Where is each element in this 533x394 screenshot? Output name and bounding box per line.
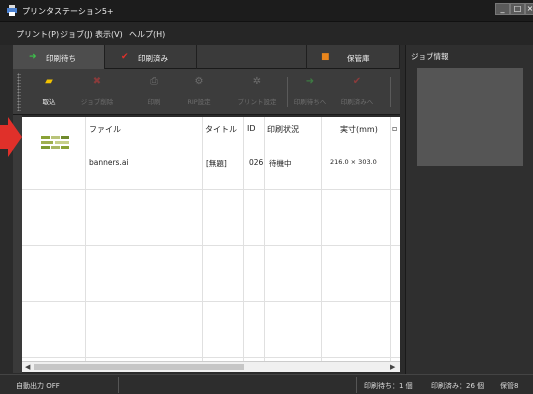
column-divider xyxy=(390,117,391,361)
orange-box-icon: ■ xyxy=(321,52,330,62)
toolbar-grip[interactable] xyxy=(17,73,21,111)
cell-status: 待機中 xyxy=(269,159,292,168)
folder-icon: ▰ xyxy=(45,76,53,87)
scrollbar-thumb[interactable] xyxy=(34,364,244,370)
printer-icon: ⎙ xyxy=(150,76,158,87)
green-arrow-icon: ➜ xyxy=(305,76,315,87)
cell-title: [無題] xyxy=(206,159,227,168)
cell-file: banners.ai xyxy=(89,158,129,167)
tab-printed-label: 印刷済み xyxy=(138,54,168,63)
delete-job-button[interactable]: ✖ ジョブ削除 xyxy=(75,75,119,111)
status-divider xyxy=(118,377,119,393)
waiting-count: 印刷待ち：1 個 xyxy=(364,382,413,390)
menu-print[interactable]: プリント(P) xyxy=(16,29,59,40)
header-overflow: ▫ xyxy=(392,124,398,133)
column-divider xyxy=(321,117,322,361)
tab-printed[interactable]: ✔ 印刷済み xyxy=(105,45,197,69)
file-thumbnail xyxy=(40,134,70,154)
move-to-printed-button[interactable]: ✔ 印刷済みへ xyxy=(335,75,379,111)
import-button[interactable]: ▰ 取込 xyxy=(27,75,71,111)
status-bar: 自動出力 OFF 印刷待ち：1 個 印刷済み：26 個 保管8 xyxy=(0,374,533,394)
maximize-button[interactable]: □ xyxy=(510,3,525,15)
row-divider xyxy=(22,357,400,358)
printed-count: 印刷済み：26 個 xyxy=(431,382,485,390)
red-check-icon: ✔ xyxy=(121,52,129,62)
print-button[interactable]: ⎙ 印刷 xyxy=(132,75,176,111)
print-settings-label: プリント設定 xyxy=(237,98,277,106)
rip-settings-label: RIP設定 xyxy=(187,98,211,106)
cell-size: 216.0 × 303.0 xyxy=(330,158,377,166)
tab-waiting-label: 印刷待ち xyxy=(46,54,76,63)
tab-storage[interactable]: ■ 保管庫 xyxy=(306,45,400,69)
red-x-icon: ✖ xyxy=(92,76,102,87)
rip-settings-button[interactable]: ⚙ RIP設定 xyxy=(177,75,221,111)
move-to-printed-label: 印刷済みへ xyxy=(340,98,374,106)
column-divider xyxy=(85,117,86,361)
header-size[interactable]: 実寸(mm) xyxy=(340,124,378,135)
horizontal-scrollbar[interactable]: ◀ ▶ xyxy=(22,361,400,372)
job-preview xyxy=(417,68,523,166)
gear-icon: ✲ xyxy=(252,76,262,87)
auto-output-status: 自動出力 OFF xyxy=(16,382,60,390)
tab-storage-label: 保管庫 xyxy=(347,54,370,63)
move-to-waiting-button[interactable]: ➜ 印刷待ちへ xyxy=(288,75,332,111)
minimize-button[interactable]: _ xyxy=(495,3,510,15)
storage-count: 保管8 xyxy=(500,382,519,390)
job-info-title: ジョブ情報 xyxy=(411,52,449,61)
cell-id: 026 xyxy=(249,158,264,167)
tab-bar: ➜ 印刷待ち ✔ 印刷済み ■ 保管庫 xyxy=(13,45,400,69)
menu-job[interactable]: ジョブ(J) xyxy=(60,29,93,40)
close-button[interactable]: × xyxy=(525,3,533,15)
title-bar: プリンタステーション5+ _ □ × xyxy=(0,0,533,22)
column-divider xyxy=(264,117,265,361)
delete-job-label: ジョブ削除 xyxy=(80,98,114,106)
printer-app-icon xyxy=(7,5,17,16)
row-divider xyxy=(22,301,400,302)
gears-icon: ⚙ xyxy=(194,76,204,87)
print-settings-button[interactable]: ✲ プリント設定 xyxy=(232,75,282,111)
job-info-panel: ジョブ情報 xyxy=(405,45,533,374)
toolbar-separator-end xyxy=(390,77,391,107)
job-table: ファイル タイトル ID 印刷状況 実寸(mm) ▫ banners.ai [無… xyxy=(22,117,400,361)
row-divider xyxy=(22,245,400,246)
scroll-left-icon[interactable]: ◀ xyxy=(25,363,30,371)
column-divider xyxy=(202,117,203,361)
menu-bar: プリント(P) ジョブ(J) 表示(V) ヘルプ(H) xyxy=(0,22,533,45)
menu-help[interactable]: ヘルプ(H) xyxy=(129,29,165,40)
move-to-waiting-label: 印刷待ちへ xyxy=(293,98,327,106)
print-label: 印刷 xyxy=(147,98,161,106)
header-status[interactable]: 印刷状況 xyxy=(267,124,299,135)
menu-view[interactable]: 表示(V) xyxy=(95,29,123,40)
header-title[interactable]: タイトル xyxy=(205,124,237,135)
import-label: 取込 xyxy=(42,98,56,106)
header-id[interactable]: ID xyxy=(247,124,256,133)
header-file[interactable]: ファイル xyxy=(89,124,121,135)
scroll-right-icon[interactable]: ▶ xyxy=(390,363,395,371)
tab-waiting[interactable]: ➜ 印刷待ち xyxy=(13,45,105,69)
row-divider xyxy=(22,189,400,190)
red-check-icon: ✔ xyxy=(352,76,362,87)
status-divider xyxy=(356,377,357,393)
green-arrow-icon: ➜ xyxy=(29,52,37,62)
toolbar: ▰ 取込 ✖ ジョブ削除 ⎙ 印刷 ⚙ RIP設定 ✲ プリント設定 ➜ 印刷待… xyxy=(13,69,400,115)
column-divider xyxy=(243,117,244,361)
pointer-arrow-icon xyxy=(0,117,22,157)
window-title: プリンタステーション5+ xyxy=(22,7,114,16)
